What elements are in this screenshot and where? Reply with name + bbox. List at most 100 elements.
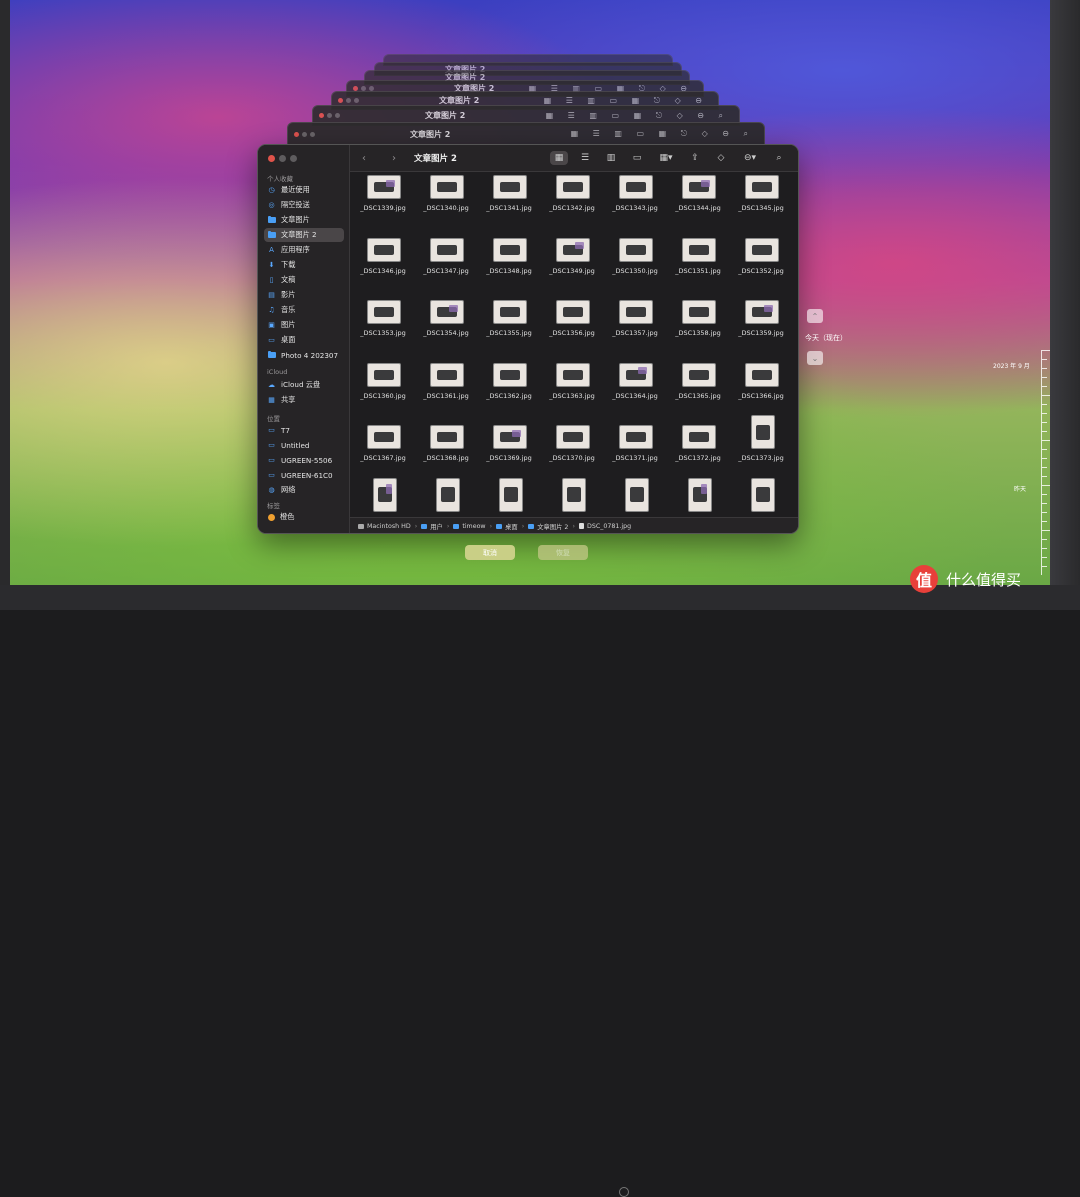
sidebar-item[interactable]: 文章图片 2	[264, 228, 344, 242]
sidebar-item[interactable]: Photo 4 202307	[264, 348, 344, 362]
file-item[interactable]: _DSC1358.jpg	[667, 299, 729, 361]
sidebar-item[interactable]: ◷ 最近使用	[264, 183, 344, 197]
file-item[interactable]: _DSC1370.jpg	[541, 424, 603, 486]
timeline-tick[interactable]	[1042, 431, 1047, 432]
sidebar-item[interactable]: ▭ UGREEN-5506	[264, 453, 344, 467]
sidebar-item[interactable]: ♫ 音乐	[264, 303, 344, 317]
sidebar-item[interactable]: ▭ UGREEN-61C0	[264, 468, 344, 482]
file-item[interactable]: _DSC1366.jpg	[730, 362, 792, 424]
file-item[interactable]: _DSC1347.jpg	[415, 237, 477, 299]
sidebar-item[interactable]: ▯ 文稿	[264, 273, 344, 287]
file-item[interactable]: _DSC1368.jpg	[415, 424, 477, 486]
file-item[interactable]: _DSC1344.jpg	[667, 174, 729, 236]
timeline-tick[interactable]	[1042, 467, 1047, 468]
chevron-down-icon[interactable]: ⌄	[807, 351, 823, 365]
window-controls[interactable]	[338, 98, 359, 103]
file-item[interactable]: _DSC1373.jpg	[730, 416, 792, 486]
path-segment[interactable]: Macintosh HD	[358, 523, 411, 530]
timeline-tick[interactable]	[1042, 476, 1047, 477]
timeline-tick[interactable]	[1042, 386, 1047, 387]
timeline-tick[interactable]	[1042, 503, 1047, 504]
timeline-tick[interactable]	[1042, 494, 1047, 495]
sidebar-item[interactable]: A 应用程序	[264, 243, 344, 257]
timeline-tick[interactable]	[1042, 449, 1047, 450]
file-item[interactable]: _DSC1360.jpg	[352, 362, 414, 424]
file-item[interactable]: _DSC1349.jpg	[541, 237, 603, 299]
forward-icon[interactable]: ›	[392, 153, 410, 164]
timeline-tick[interactable]	[1042, 404, 1047, 405]
file-item[interactable]: _DSC1352.jpg	[730, 237, 792, 299]
timeline[interactable]	[1041, 350, 1051, 575]
gallery-view-icon[interactable]: ▭	[628, 151, 646, 165]
file-item[interactable]: _DSC1341.jpg	[478, 174, 540, 236]
file-item[interactable]: _DSC1371.jpg	[604, 424, 666, 486]
window-controls[interactable]	[294, 131, 315, 137]
sidebar-item[interactable]: ▣ 图片	[264, 318, 344, 332]
file-item[interactable]: _DSC1351.jpg	[667, 237, 729, 299]
timeline-tick[interactable]	[1042, 440, 1050, 441]
file-item[interactable]: _DSC1345.jpg	[730, 174, 792, 236]
path-segment[interactable]: timeow	[453, 523, 486, 530]
file-item[interactable]: _DSC1348.jpg	[478, 237, 540, 299]
path-segment[interactable]: 桌面	[496, 522, 518, 531]
file-item[interactable]: _DSC1362.jpg	[478, 362, 540, 424]
file-item[interactable]: _DSC1369.jpg	[478, 424, 540, 486]
sidebar-item[interactable]: 文章图片	[264, 213, 344, 227]
restore-button[interactable]: 恢复	[538, 545, 588, 560]
timeline-tick[interactable]	[1042, 539, 1047, 540]
tag-icon[interactable]: ◇	[712, 151, 730, 165]
path-segment[interactable]: 文章图片 2	[528, 522, 568, 531]
file-item[interactable]: _DSC1343.jpg	[604, 174, 666, 236]
timeline-tick[interactable]	[1042, 485, 1050, 486]
timeline-tick[interactable]	[1042, 377, 1047, 378]
file-item[interactable]	[352, 478, 414, 518]
timeline-tick[interactable]	[1042, 557, 1047, 558]
timeline-tick[interactable]	[1042, 413, 1047, 414]
timeline-tick[interactable]	[1042, 458, 1047, 459]
sidebar-item[interactable]: ▦ 共享	[264, 393, 344, 407]
sidebar-item[interactable]: ▭ T7	[264, 423, 344, 437]
file-item[interactable]: _DSC1350.jpg	[604, 237, 666, 299]
sidebar-item[interactable]: 橙色	[264, 510, 344, 524]
file-item[interactable]	[730, 478, 792, 518]
file-item[interactable]: _DSC1361.jpg	[415, 362, 477, 424]
timeline-tick[interactable]	[1042, 395, 1050, 396]
window-controls[interactable]	[268, 155, 297, 162]
path-segment[interactable]: 用户	[421, 522, 443, 531]
file-item[interactable]: _DSC1356.jpg	[541, 299, 603, 361]
file-item[interactable]: _DSC1367.jpg	[352, 424, 414, 486]
sidebar-item[interactable]: ⬇ 下载	[264, 258, 344, 272]
cancel-button[interactable]: 取消	[465, 545, 515, 560]
file-item[interactable]: _DSC1342.jpg	[541, 174, 603, 236]
file-item[interactable]	[415, 478, 477, 518]
group-icon[interactable]: ▦▾	[654, 151, 678, 165]
sidebar-item[interactable]: ▤ 影片	[264, 288, 344, 302]
file-item[interactable]: _DSC1339.jpg	[352, 174, 414, 236]
timeline-tick[interactable]	[1042, 521, 1047, 522]
timeline-tick[interactable]	[1042, 368, 1047, 369]
file-item[interactable]: _DSC1355.jpg	[478, 299, 540, 361]
file-item[interactable]: _DSC1354.jpg	[415, 299, 477, 361]
sidebar-item[interactable]: ◎ 隔空投送	[264, 198, 344, 212]
share-icon[interactable]: ⇪	[686, 151, 704, 165]
timeline-tick[interactable]	[1042, 350, 1050, 351]
file-item[interactable]	[667, 478, 729, 518]
file-item[interactable]	[604, 478, 666, 518]
more-actions-icon[interactable]: ⊖▾	[738, 151, 762, 165]
finder-window[interactable]: 个人收藏 ◷ 最近使用 ◎ 隔空投送 文章图片 文章图片 2 A 应用程序 ⬇ 下载 ▯ 文稿 ▤ 影片 ♫ 音…	[257, 144, 799, 534]
file-item[interactable]: _DSC1364.jpg	[604, 362, 666, 424]
column-view-icon[interactable]: ▥	[602, 151, 620, 165]
timeline-tick[interactable]	[1042, 359, 1047, 360]
timeline-tick[interactable]	[1042, 548, 1047, 549]
file-item[interactable]: _DSC1372.jpg	[667, 424, 729, 486]
sidebar-item[interactable]: ☁ iCloud 云盘	[264, 378, 344, 392]
timeline-tick[interactable]	[1042, 422, 1047, 423]
back-icon[interactable]: ‹	[362, 153, 380, 164]
chevron-up-icon[interactable]: ⌃	[807, 309, 823, 323]
minimize-button[interactable]	[279, 155, 286, 162]
timeline-tick[interactable]	[1042, 530, 1050, 531]
file-item[interactable]: _DSC1353.jpg	[352, 299, 414, 361]
path-segment[interactable]: DSC_0781.jpg	[578, 523, 631, 530]
sidebar-item[interactable]: ◍ 网络	[264, 483, 344, 497]
snapshot-window[interactable]: 文章图片 2 ▦ ☰ ▥ ▭ ▦ ⎋ ◇ ⊖ ⌕	[287, 122, 765, 146]
